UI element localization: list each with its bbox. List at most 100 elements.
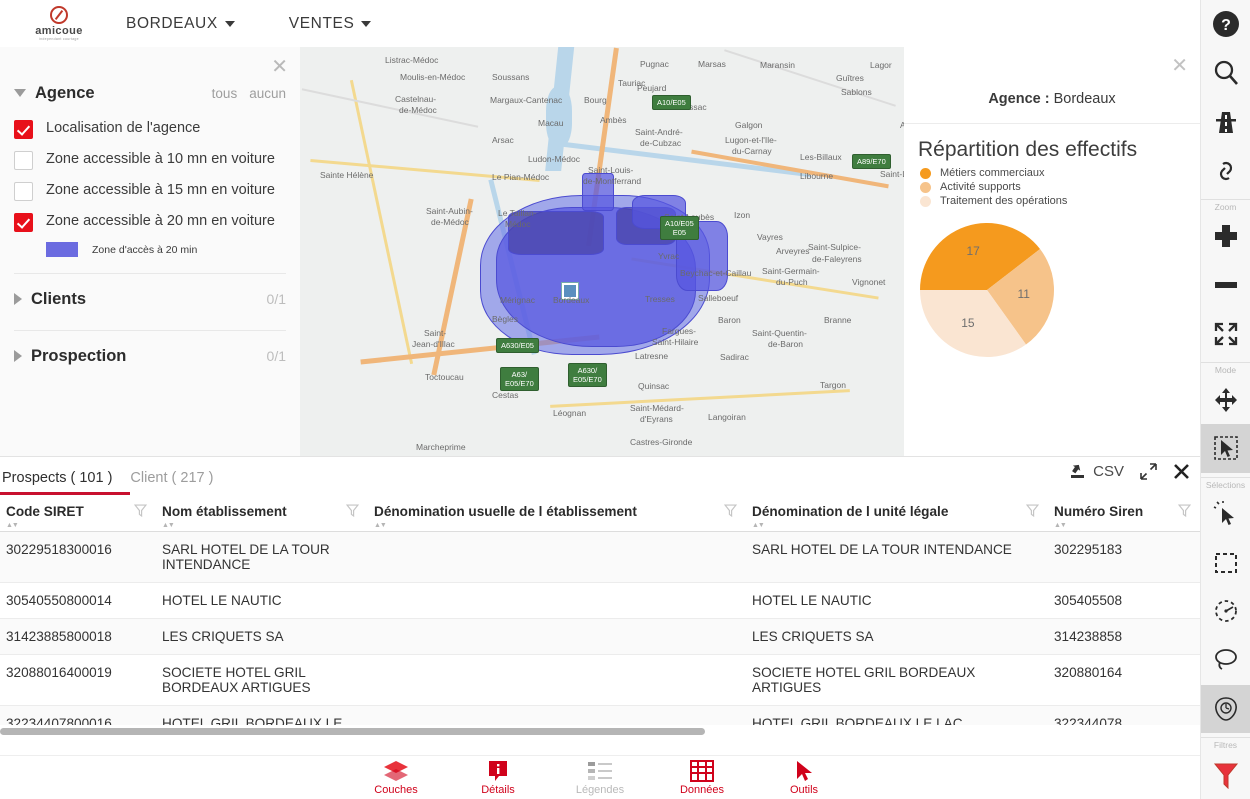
menu-bordeaux-label: BORDEAUX [126,15,218,33]
select-lasso-button[interactable] [1201,636,1250,685]
sort-icon[interactable]: ▲▼ [6,522,18,529]
group-header-agence[interactable]: Agence tous aucun [0,74,300,112]
layer-row-zone20[interactable]: Zone accessible à 20 mn en voiture [0,205,300,236]
sort-icon[interactable]: ▲▼ [1054,522,1066,529]
layer-row-zone10[interactable]: Zone accessible à 10 mn en voiture [0,143,300,174]
bottom-item-couches[interactable]: Couches [360,760,432,796]
cell-denomination-unite-legale: SOCIETE HOTEL GRIL BORDEAUX ARTIGUES [746,655,1048,706]
layer-checkbox-zone20[interactable] [14,213,33,232]
map-place-label: Marcheprime [416,442,466,452]
group-header-prospection[interactable]: Prospection 0/1 [0,331,300,381]
group-title-agence: Agence [35,84,212,103]
table-row[interactable]: 30540550800014HOTEL LE NAUTICHOTEL LE NA… [0,583,1200,619]
column-header-denomination-usuelle[interactable]: Dénomination usuelle de l établissement … [368,495,746,532]
layer-checkbox-localisation[interactable] [14,120,33,139]
bottom-item-outils[interactable]: Outils [768,760,840,796]
mode-select-button[interactable] [1201,424,1250,473]
table-scroll-area[interactable]: Code SIRET ▲▼ Nom établissement ▲▼ Dénom… [0,495,1200,738]
expand-table-button[interactable] [1140,463,1157,480]
select-none-link[interactable]: aucun [249,86,286,101]
sort-icon[interactable]: ▲▼ [162,522,174,529]
map-place-label: Vayres [757,232,783,242]
layer-row-zone15[interactable]: Zone accessible à 15 mn en voiture [0,174,300,205]
select-box-cursor-icon [1213,435,1239,461]
sort-icon[interactable]: ▲▼ [752,522,764,529]
close-icon[interactable]: ✕ [271,57,288,77]
column-header-code-siret[interactable]: Code SIRET ▲▼ [0,495,156,532]
map-place-label: Sadirac [720,352,749,362]
layer-row-localisation[interactable]: Localisation de l'agence [0,112,300,143]
bottom-item-legendes[interactable]: Légendes [564,760,636,796]
layer-checkbox-zone15[interactable] [14,182,33,201]
table-body: 30229518300016SARL HOTEL DE LA TOUR INTE… [0,532,1200,739]
filter-icon[interactable] [346,504,359,517]
map-place-label: de-Cubzac [640,138,681,148]
chart-legend-item-0[interactable]: Métiers commerciaux [904,166,1200,180]
filter-button[interactable] [1201,750,1250,799]
table-row[interactable]: 32088016400019 SOCIETE HOTEL GRIL BORDEAU… [0,655,1200,706]
mode-pan-button[interactable] [1201,375,1250,424]
chart-legend-item-1[interactable]: Activité supports [904,180,1200,194]
select-point-button[interactable] [1201,490,1250,539]
filter-icon[interactable] [1026,504,1039,517]
itinerary-button[interactable] [1201,97,1250,146]
prospects-table: Code SIRET ▲▼ Nom établissement ▲▼ Dénom… [0,495,1200,738]
legend-dot-icon [920,182,931,193]
menu-ventes[interactable]: VENTES [281,15,380,33]
close-icon[interactable]: ✕ [1171,56,1188,76]
pie-chart[interactable]: 171115 [904,222,1200,372]
horizontal-scrollbar-thumb[interactable] [0,728,705,735]
bottom-item-donnees[interactable]: Données [666,760,738,796]
horizontal-scrollbar-track[interactable] [0,725,1200,738]
legend-color-swatch [46,242,78,257]
select-isochrone-button[interactable] [1201,685,1250,734]
column-header-denomination-unite-legale[interactable]: Dénomination de l unité légale ▲▼ [746,495,1048,532]
tab-client[interactable]: Client ( 217 ) [130,470,231,495]
help-button[interactable]: ? [1201,0,1250,49]
map-place-label: Cestas [492,390,518,400]
zoom-out-button[interactable] [1201,261,1250,310]
table-row[interactable]: 31423885800018LES CRIQUETS SALES CRIQUET… [0,619,1200,655]
app-logo[interactable]: amicoue independant courtage [0,0,118,47]
zoom-in-button[interactable] [1201,212,1250,261]
map-place-label: Lugon-et-l'Ile- [725,135,777,145]
chart-legend-item-2[interactable]: Traitement des opérations [904,194,1200,208]
layer-checkbox-zone10[interactable] [14,151,33,170]
map-viewport[interactable]: Listrac-MédocMoulis-en-MédocSoussansPugn… [300,47,904,456]
cell-denomination-usuelle [368,583,746,619]
cell-numero-siren: 302295183 [1048,532,1200,583]
filter-icon[interactable] [724,504,737,517]
toolbar-section-zoom: Zoom [1201,199,1250,212]
search-button[interactable] [1201,49,1250,98]
table-tabs: Prospects ( 101 ) Client ( 217 ) CSV [0,457,1200,495]
export-csv-button[interactable]: CSV [1070,463,1124,480]
select-circle-button[interactable] [1201,587,1250,636]
cell-code-siret: 32088016400019 [0,655,156,706]
select-all-link[interactable]: tous [212,86,238,101]
link-button[interactable] [1201,146,1250,195]
close-icon [1173,463,1190,480]
menu-bordeaux[interactable]: BORDEAUX [118,15,243,33]
cell-denomination-usuelle [368,532,746,583]
table-row[interactable]: 30229518300016SARL HOTEL DE LA TOUR INTE… [0,532,1200,583]
column-header-nom-etablissement[interactable]: Nom établissement ▲▼ [156,495,368,532]
select-rectangle-button[interactable] [1201,538,1250,587]
logo-subtitle: independant courtage [39,37,79,41]
filter-icon[interactable] [134,504,147,517]
filter-icon[interactable] [1178,504,1191,517]
close-table-button[interactable] [1173,463,1190,480]
map-place-label: Saint-Germain- [762,266,820,276]
cell-code-siret: 30540550800014 [0,583,156,619]
sort-icon[interactable]: ▲▼ [374,522,386,529]
cell-nom-etablissement: SARL HOTEL DE LA TOUR INTENDANCE [156,532,368,583]
layer-legend-zone20: Zone d'accès à 20 min [0,236,300,267]
map-place-label: Jean-d'Illac [412,339,455,349]
cell-nom-etablissement: HOTEL LE NAUTIC [156,583,368,619]
bottom-item-details[interactable]: Détails [462,760,534,796]
map-place-label: Sainte Hélène [320,170,373,180]
tab-prospects[interactable]: Prospects ( 101 ) [0,470,130,495]
zoom-extent-button[interactable] [1201,309,1250,358]
toolbar-section-selections: Sélections [1201,477,1250,490]
group-header-clients[interactable]: Clients 0/1 [0,274,300,324]
column-header-numero-siren[interactable]: Numéro Siren ▲▼ [1048,495,1200,532]
